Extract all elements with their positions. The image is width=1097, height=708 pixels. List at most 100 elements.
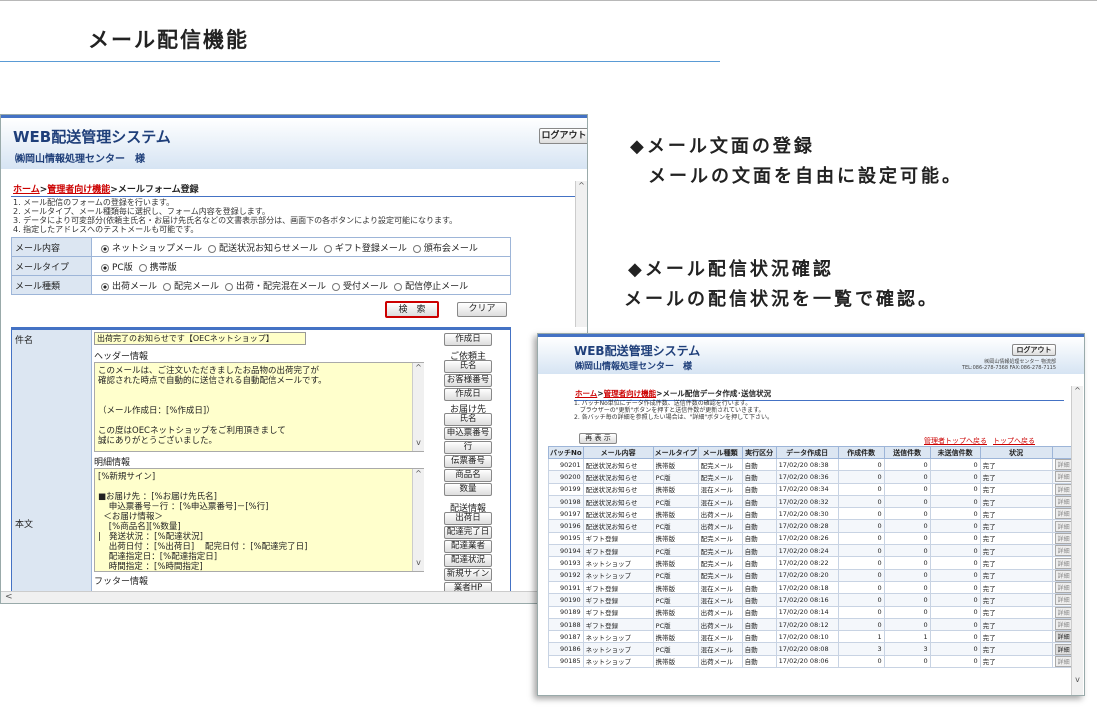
- breadcrumb: ホーム>管理者向け機能>メールフォーム登録: [11, 181, 577, 197]
- insert-product-button[interactable]: 商品名: [444, 469, 492, 482]
- insert-slip-no-button[interactable]: 伝票番号: [444, 455, 492, 468]
- table-row: 90194 ギフト登録 PC版 配完メール 自動 17/02/20 08:24 0 0 0 完了詳…: [548, 544, 1077, 558]
- radio-option-label[interactable]: PC版: [112, 263, 133, 273]
- detail-button[interactable]: 詳細: [1054, 643, 1073, 655]
- insert-qty-button[interactable]: 数量: [444, 483, 492, 496]
- detail-button[interactable]: 詳細: [1054, 496, 1073, 507]
- detail-button[interactable]: 詳細: [1054, 484, 1073, 495]
- table-cell: 17/02/20 08:32: [775, 494, 839, 509]
- column-header[interactable]: データ作成日: [775, 446, 839, 459]
- admin-top-link[interactable]: 管理者トップへ戻る: [924, 437, 987, 445]
- insert-status-button[interactable]: 配達状況: [444, 554, 492, 567]
- radio-option-label[interactable]: 頒布会メール: [424, 244, 478, 254]
- detail-button[interactable]: 詳細: [1054, 545, 1073, 556]
- insert-app-no-button[interactable]: 申込票番号: [444, 427, 492, 440]
- radio-button[interactable]: [394, 282, 403, 291]
- radio-option-label[interactable]: 配信停止メール: [405, 282, 468, 292]
- insert-created-date-2-button[interactable]: 作成日: [444, 388, 492, 401]
- column-header[interactable]: メール種類: [697, 446, 743, 459]
- detail-scrollbar[interactable]: ^ v: [412, 469, 424, 571]
- radio-option-label[interactable]: ギフト登録メール: [335, 244, 407, 254]
- radio-option-label[interactable]: 受付メール: [343, 282, 388, 292]
- search-button[interactable]: 検 索: [385, 301, 439, 318]
- column-header[interactable]: 作成件数: [837, 446, 885, 459]
- logout-button[interactable]: ログアウト: [539, 128, 587, 144]
- table-row: 90189 ギフト登録 携帯版 出荷メール 自動 17/02/20 08:14 0 0 0 完了詳…: [548, 605, 1077, 619]
- detail-button[interactable]: 詳細: [1054, 471, 1073, 483]
- insert-new-sign-button[interactable]: 新規サイン: [444, 568, 492, 581]
- table-row: 90200 配送状況お知らせ PC版 配完メール 自動 17/02/20 08:36 0 0 0…: [548, 470, 1077, 484]
- vertical-scrollbar[interactable]: ^: [575, 181, 587, 327]
- detail-button[interactable]: 詳細: [1054, 557, 1073, 569]
- radio-option-label[interactable]: 配完メール: [174, 282, 219, 292]
- radio-button[interactable]: [101, 282, 109, 291]
- detail-textarea[interactable]: [%新規サイン] ■お届け先 ：[%お届け先氏名] 申込票番号－行 ：[%申込票…: [94, 468, 424, 572]
- column-header[interactable]: 送信件数: [883, 446, 931, 459]
- radio-button[interactable]: [323, 244, 332, 253]
- column-header[interactable]: メールタイプ: [652, 446, 699, 459]
- insert-customer-no-button[interactable]: お客様番号: [444, 374, 492, 387]
- detail-button[interactable]: 詳細: [1054, 570, 1073, 581]
- detail-button[interactable]: 詳細: [1054, 631, 1073, 642]
- radio-option-label[interactable]: 出荷メール: [112, 282, 157, 292]
- detail-button[interactable]: 詳細: [1054, 521, 1073, 532]
- table-cell: PC版: [652, 470, 699, 484]
- breadcrumb-home-link[interactable]: ホーム: [575, 389, 597, 398]
- header-textarea[interactable]: このメールは、ご注文いただきましたお品物の出荷完了が 確認された時点で自動的に送…: [94, 362, 424, 452]
- insert-delivered-date-button[interactable]: 配達完了日: [444, 526, 492, 539]
- radio-option-label[interactable]: ネットショップメール: [112, 244, 202, 254]
- radio-button[interactable]: [332, 282, 341, 291]
- radio-button[interactable]: [101, 244, 109, 253]
- table-cell: 0: [883, 617, 931, 632]
- table-row: 90196 配送状況お知らせ PC版 出荷メール 自動 17/02/20 08:28 0 0 0…: [548, 519, 1077, 533]
- insert-ship-date-button[interactable]: 出荷日: [444, 512, 492, 525]
- detail-button[interactable]: 詳細: [1054, 619, 1073, 630]
- column-header[interactable]: バッチNo: [548, 446, 584, 459]
- detail-button[interactable]: 詳細: [1054, 594, 1073, 606]
- top-link[interactable]: トップへ戻る: [993, 437, 1035, 445]
- clear-button[interactable]: クリア: [457, 302, 507, 317]
- radio-button[interactable]: [138, 263, 147, 272]
- insert-line-button[interactable]: 行: [444, 441, 492, 454]
- detail-button[interactable]: 詳細: [1054, 508, 1073, 519]
- table-cell: 自動: [741, 617, 777, 632]
- insert-created-date-button[interactable]: 作成日: [444, 333, 492, 346]
- table-cell: 出荷メール: [697, 617, 743, 632]
- radio-button[interactable]: [412, 244, 421, 253]
- radio-option-label[interactable]: 出荷・配完混在メール: [236, 282, 326, 292]
- column-header[interactable]: 実行区分: [741, 446, 777, 459]
- refresh-button[interactable]: 再 表 示: [579, 433, 617, 444]
- column-header[interactable]: 未送信件数: [929, 446, 981, 459]
- radio-option-label[interactable]: 配送状況お知らせメール: [219, 244, 318, 254]
- horizontal-scrollbar[interactable]: <: [1, 591, 587, 603]
- column-header[interactable]: 状況: [979, 446, 1053, 459]
- detail-button[interactable]: 詳細: [1054, 656, 1073, 667]
- breadcrumb-admin-link[interactable]: 管理者向け機能: [47, 185, 110, 195]
- radio-button[interactable]: [101, 263, 109, 272]
- insert-carrier-button[interactable]: 配達業者: [444, 540, 492, 553]
- label-column: 件名 本文: [12, 330, 92, 592]
- vertical-scrollbar[interactable]: ^ v: [1071, 386, 1083, 695]
- detail-button[interactable]: 詳細: [1054, 582, 1073, 593]
- table-row: 90199 配送状況お知らせ 携帯版 混在メール 自動 17/02/20 08:34 0 0 0…: [548, 482, 1077, 496]
- insert-client-name-button[interactable]: 氏名: [444, 360, 492, 373]
- table-cell: 0: [883, 593, 931, 607]
- logout-button[interactable]: ログアウト: [1012, 344, 1056, 356]
- detail-button[interactable]: 詳細: [1054, 607, 1073, 618]
- table-cell: 自動: [741, 531, 777, 546]
- breadcrumb-admin-link[interactable]: 管理者向け機能: [604, 389, 657, 398]
- insert-dest-name-button[interactable]: 氏名: [444, 413, 492, 426]
- radio-button[interactable]: [225, 282, 234, 291]
- table-cell: 0: [883, 556, 931, 570]
- table-cell: 携帯版: [652, 457, 699, 472]
- column-header[interactable]: メール内容: [582, 446, 654, 459]
- detail-button[interactable]: 詳細: [1054, 533, 1073, 544]
- table-cell: 0: [929, 630, 981, 644]
- subject-input[interactable]: 出荷完了のお知らせです【OECネットショップ】: [94, 332, 306, 345]
- detail-button[interactable]: 詳細: [1054, 459, 1073, 470]
- header-scrollbar[interactable]: ^ v: [412, 363, 424, 451]
- radio-option-label[interactable]: 携帯版: [150, 263, 177, 273]
- radio-button[interactable]: [163, 282, 172, 291]
- radio-button[interactable]: [208, 244, 217, 253]
- breadcrumb-home-link[interactable]: ホーム: [13, 185, 40, 195]
